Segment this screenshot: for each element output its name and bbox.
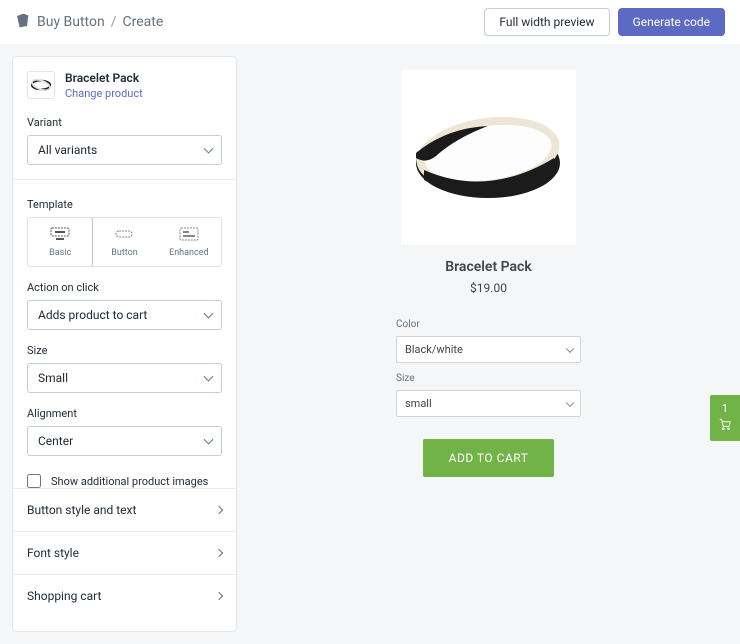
template-label: Template (27, 198, 222, 211)
template-basic[interactable]: Basic (27, 217, 93, 267)
shopify-logo-icon (15, 12, 31, 32)
variant-value: All variants (27, 135, 222, 165)
chevron-right-icon (215, 549, 223, 557)
preview-color-label: Color (396, 319, 581, 330)
variant-label: Variant (27, 116, 222, 129)
breadcrumb-separator: / (111, 14, 117, 30)
product-thumbnail (27, 71, 55, 99)
top-bar: Buy Button / Create Full width preview G… (0, 0, 740, 44)
divider (13, 179, 236, 180)
template-button-label: Button (111, 248, 137, 258)
action-value: Adds product to cart (27, 300, 222, 330)
accordion-shopping-cart[interactable]: Shopping cart (13, 574, 236, 617)
preview-color-value: Black/white (396, 336, 581, 363)
template-button-icon (112, 226, 136, 242)
full-width-preview-button[interactable]: Full width preview (484, 8, 609, 36)
preview-size-label: Size (396, 373, 581, 384)
template-basic-label: Basic (49, 248, 71, 258)
add-to-cart-button[interactable]: ADD TO CART (423, 439, 555, 477)
alignment-value: Center (27, 426, 222, 456)
product-name: Bracelet Pack (65, 71, 143, 85)
variant-select[interactable]: All variants (27, 135, 222, 165)
topbar-actions: Full width preview Generate code (484, 8, 725, 36)
size-value: Small (27, 363, 222, 393)
preview-product-title: Bracelet Pack (445, 259, 532, 275)
size-label: Size (27, 344, 222, 357)
cart-count: 1 (722, 402, 728, 415)
template-basic-icon (48, 226, 72, 242)
template-enhanced-icon (177, 226, 201, 242)
accordion-button-style[interactable]: Button style and text (13, 488, 236, 531)
chevron-right-icon (215, 506, 223, 514)
breadcrumb-parent[interactable]: Buy Button (37, 14, 105, 30)
accordion-font-style-label: Font style (27, 546, 79, 560)
accordion-font-style[interactable]: Font style (13, 531, 236, 574)
template-button[interactable]: Button (92, 218, 156, 266)
action-select[interactable]: Adds product to cart (27, 300, 222, 330)
preview-product-price: $19.00 (470, 281, 507, 295)
accordion-button-style-label: Button style and text (27, 503, 136, 517)
show-images-checkbox[interactable] (27, 474, 41, 488)
breadcrumb: Buy Button / Create (15, 12, 163, 32)
template-options: Basic Button Enhanced (27, 217, 222, 267)
preview-size-value: small (396, 390, 581, 417)
cart-icon (718, 417, 732, 435)
preview-size-select[interactable]: small (396, 390, 581, 417)
size-select[interactable]: Small (27, 363, 222, 393)
breadcrumb-current: Create (123, 14, 164, 30)
template-enhanced-label: Enhanced (169, 248, 208, 258)
generate-code-button[interactable]: Generate code (618, 8, 725, 36)
product-header: Bracelet Pack Change product (27, 71, 222, 100)
chevron-right-icon (215, 592, 223, 600)
preview-area: Bracelet Pack $19.00 Color Black/white S… (249, 56, 728, 477)
alignment-label: Alignment (27, 407, 222, 420)
preview-color-select[interactable]: Black/white (396, 336, 581, 363)
action-label: Action on click (27, 281, 222, 294)
show-images-label: Show additional product images (51, 475, 208, 488)
product-image (401, 70, 576, 245)
alignment-select[interactable]: Center (27, 426, 222, 456)
show-images-row: Show additional product images (27, 474, 222, 488)
cart-float[interactable]: 1 (710, 395, 740, 441)
template-enhanced[interactable]: Enhanced (157, 218, 221, 266)
settings-panel: Bracelet Pack Change product Variant All… (12, 56, 237, 632)
change-product-link[interactable]: Change product (65, 87, 143, 100)
accordion-shopping-cart-label: Shopping cart (27, 589, 101, 603)
